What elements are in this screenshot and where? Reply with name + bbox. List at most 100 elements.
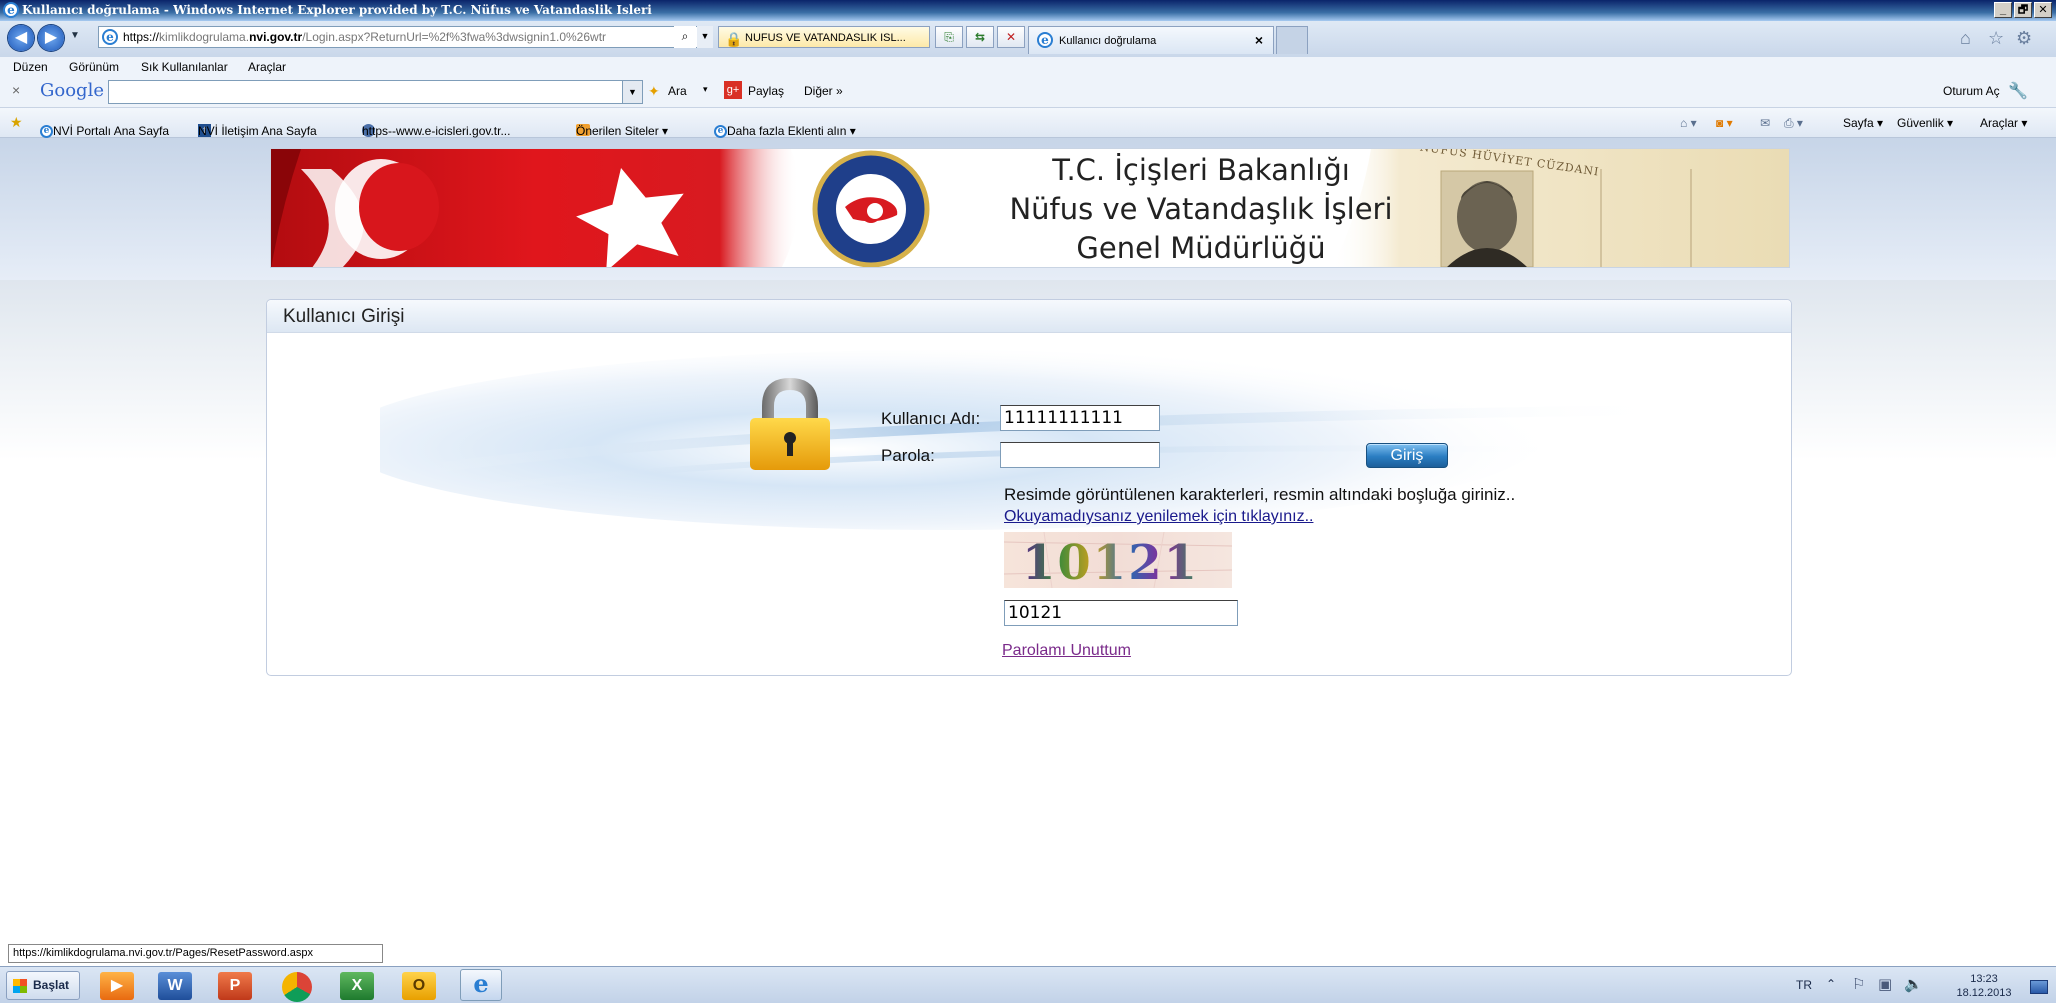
home-icon[interactable]: ⌂ (1960, 28, 1971, 49)
ministry-seal-icon (816, 155, 926, 265)
password-input[interactable] (1000, 442, 1160, 468)
url-path: /Login.aspx?ReturnUrl=%2f%3fwa%3dwsignin… (302, 30, 607, 44)
windows-logo-icon (13, 979, 27, 993)
maximize-button[interactable]: 🗗 (2014, 2, 2032, 18)
ie-logo-icon: e (3, 2, 19, 18)
page-menu[interactable]: Sayfa ▾ (1843, 116, 1883, 130)
more-button[interactable]: Diğer » (804, 84, 843, 98)
google-search-icon: ✦ (648, 83, 660, 99)
menu-item-gorunum[interactable]: Görünüm (69, 60, 119, 74)
start-button[interactable]: Başlat (6, 971, 80, 1000)
window-title: Kullanıcı doğrulama - Windows Internet E… (22, 3, 652, 17)
header-banner: NÜFUS HÜVİYET CÜZDANI T.C. İçişleri Baka… (270, 148, 1790, 268)
tab-label: Kullanıcı doğrulama (1059, 35, 1157, 47)
menu-item-sik-kullanilanlar[interactable]: Sık Kullanılanlar (141, 60, 228, 74)
url-scheme: https:// (123, 30, 160, 44)
fav-addons-icon: e (714, 125, 727, 139)
volume-icon[interactable]: 🔈 (1904, 975, 1923, 993)
google-search-dropdown-icon[interactable]: ▼ (622, 81, 642, 103)
username-label: Kullanıcı Adı: (881, 409, 981, 428)
google-logo: Google (40, 80, 104, 101)
security-certificate-button[interactable]: 🔒 NUFUS VE VATANDASLIK ISL... (718, 26, 930, 48)
print-icon[interactable]: ⎙ ▾ (1784, 116, 1803, 131)
excel-icon[interactable]: X (340, 972, 374, 1000)
refresh-icon[interactable]: ⇆ (966, 26, 994, 48)
search-dropdown-icon[interactable]: ▾ (703, 84, 708, 95)
mail-icon[interactable]: ✉ (1760, 116, 1770, 130)
show-hidden-icons-icon[interactable]: ⌃ (1826, 977, 1836, 991)
internet-explorer-taskbar-icon[interactable]: e (460, 969, 502, 1001)
address-bar[interactable]: https://kimlikdogrulama.nvi.gov.tr/Login… (98, 26, 713, 48)
ministry-title-line3: Genel Müdürlüğü (1076, 231, 1326, 265)
title-bar: e Kullanıcı doğrulama - Windows Internet… (0, 0, 2056, 21)
address-dropdown-icon[interactable]: ▼ (697, 26, 713, 48)
login-button[interactable]: Giriş (1366, 443, 1448, 468)
compatibility-view-icon[interactable]: ⎘ (935, 26, 963, 48)
fav-page-icon: e (40, 125, 53, 139)
panel-title: Kullanıcı Girişi (267, 300, 1791, 333)
new-tab-button[interactable] (1276, 26, 1308, 54)
stop-icon[interactable]: ✕ (997, 26, 1025, 48)
tab-page-icon: e (1037, 32, 1053, 48)
fav-eklenti[interactable]: e Daha fazla Eklenti alın ▾ (714, 116, 856, 139)
fav-nvi-portal[interactable]: e NVİ Portalı Ana Sayfa (40, 116, 169, 139)
lock-icon: 🔒 (725, 31, 743, 47)
network-icon[interactable]: ▣ (1878, 975, 1892, 993)
padlock-icon (740, 374, 840, 474)
media-player-icon[interactable]: ▶ (100, 972, 134, 1000)
username-input[interactable] (1000, 405, 1160, 431)
gear-icon[interactable]: ⚙ (2016, 28, 2032, 49)
close-tab-icon[interactable]: × (1255, 27, 1263, 53)
forward-icon[interactable]: ▶ (38, 25, 64, 51)
clock-date: 18.12.2013 (1956, 987, 2012, 999)
show-desktop-button[interactable] (2030, 980, 2048, 994)
page-icon: e (102, 29, 118, 45)
tab-kullanici-dogrulama[interactable]: e Kullanıcı doğrulama × (1028, 26, 1274, 54)
outlook-icon[interactable]: O (402, 972, 436, 1000)
action-center-flag-icon[interactable]: ⚐ (1852, 975, 1865, 993)
share-icon: g+ (724, 81, 742, 99)
ministry-title-line1: T.C. İçişleri Bakanlığı (1052, 153, 1350, 187)
tools-menu[interactable]: Araçlar ▾ (1980, 116, 2027, 130)
history-dropdown-icon[interactable]: ▼ (70, 30, 80, 41)
wrench-icon[interactable]: 🔧 (2008, 81, 2028, 101)
forgot-password-link[interactable]: Parolamı Unuttum (1002, 642, 1131, 660)
clock[interactable]: 13:23 18.12.2013 (1944, 972, 2024, 1000)
captcha-instruction: Resimde görüntülenen karakterleri, resmi… (1004, 485, 1516, 504)
search-icon[interactable]: ⌕ (674, 26, 696, 48)
captcha-image: 10121 (1004, 532, 1232, 588)
google-search-input[interactable] (108, 80, 643, 104)
url-subdomain: kimlikdogrulama. (159, 30, 250, 44)
fav-nvi-iletisim-label: NVİ İletişim Ana Sayfa (198, 124, 317, 138)
menu-bar: Düzen Görünüm Sık Kullanılanlar Araçlar (0, 57, 2056, 77)
language-indicator[interactable]: TR (1796, 978, 1812, 992)
security-menu[interactable]: Güvenlik ▾ (1897, 116, 1953, 130)
favorites-star-icon[interactable]: ☆ (1988, 28, 2004, 49)
fav-nvi-portal-label: NVİ Portalı Ana Sayfa (53, 124, 170, 138)
fav-onerilen-label: Önerilen Siteler ▾ (576, 124, 669, 138)
fav-e-icisleri-label: https--www.e-icisleri.gov.tr... (362, 124, 511, 138)
sign-in-link[interactable]: Oturum Aç (1943, 84, 2000, 98)
menu-item-araclar[interactable]: Araçlar (248, 60, 286, 74)
google-search-button[interactable]: Ara (668, 84, 687, 98)
clock-time: 13:23 (1970, 973, 1998, 985)
captcha-input[interactable] (1004, 600, 1238, 626)
favorites-star-add-icon[interactable]: ★ (10, 114, 23, 131)
feeds-icon[interactable]: ◙ ▾ (1716, 116, 1733, 130)
back-icon[interactable]: ◀ (8, 25, 34, 51)
close-toolbar-icon[interactable]: × (12, 82, 20, 98)
minimize-button[interactable]: _ (1994, 2, 2012, 18)
close-window-button[interactable]: ✕ (2034, 2, 2052, 18)
status-bar-url: https://kimlikdogrulama.nvi.gov.tr/Pages… (8, 944, 383, 963)
fav-eklenti-label: Daha fazla Eklenti alın ▾ (727, 124, 856, 138)
captcha-refresh-link[interactable]: Okuyamadıysanız yenilemek için tıklayını… (1004, 508, 1313, 526)
menu-item-duzen[interactable]: Düzen (13, 60, 48, 74)
word-icon[interactable]: W (158, 972, 192, 1000)
powerpoint-icon[interactable]: P (218, 972, 252, 1000)
home-command-icon[interactable]: ⌂ ▾ (1680, 116, 1697, 130)
share-button[interactable]: Paylaş (748, 84, 784, 98)
certificate-label: NUFUS VE VATANDASLIK ISL... (745, 32, 906, 44)
password-label: Parola: (881, 446, 935, 465)
chrome-icon[interactable] (282, 972, 312, 1002)
url-domain: nvi.gov.tr (249, 30, 303, 44)
